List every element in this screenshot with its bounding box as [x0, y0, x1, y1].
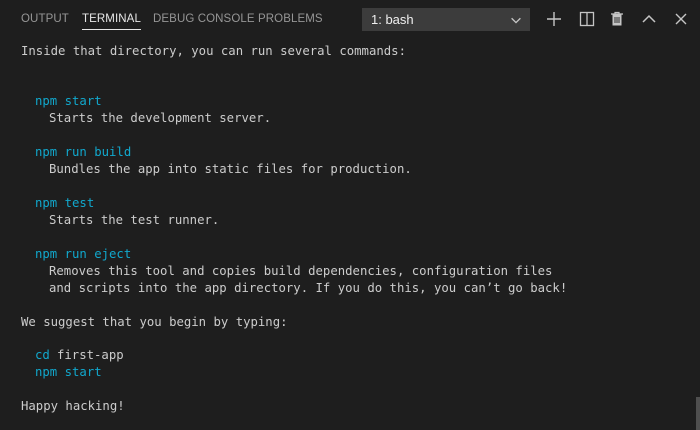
terminal-command: npm test	[35, 196, 95, 210]
terminal-scrollbar[interactable]	[696, 397, 700, 430]
tab-terminal[interactable]: TERMINAL	[82, 0, 141, 38]
split-terminal-button[interactable]	[577, 9, 597, 29]
terminal-output[interactable]: Inside that directory, you can run sever…	[21, 43, 691, 413]
terminal-line: Bundles the app into static files for pr…	[49, 162, 412, 176]
panel-tab-bar: OUTPUT TERMINAL DEBUG CONSOLE PROBLEMS 1…	[0, 0, 700, 38]
close-panel-button[interactable]	[671, 9, 691, 29]
tab-problems[interactable]: PROBLEMS	[258, 0, 323, 38]
terminal-line: Removes this tool and copies build depen…	[49, 264, 553, 278]
terminal-line: Starts the development server.	[49, 111, 272, 125]
terminal-command: npm start	[35, 365, 102, 379]
terminal-line: Starts the test runner.	[49, 213, 220, 227]
terminal-line: Inside that directory, you can run sever…	[21, 44, 406, 58]
split-icon	[579, 11, 595, 27]
new-terminal-button[interactable]	[544, 9, 564, 29]
terminal-line: first-app	[57, 348, 124, 362]
terminal-command: npm run build	[35, 145, 132, 159]
terminal-command: npm run eject	[35, 247, 132, 261]
terminal-line: and scripts into the app directory. If y…	[49, 281, 568, 295]
tab-output[interactable]: OUTPUT	[21, 0, 69, 38]
kill-terminal-button[interactable]	[607, 9, 627, 29]
terminal-panel: OUTPUT TERMINAL DEBUG CONSOLE PROBLEMS 1…	[0, 0, 700, 430]
terminal-command: cd	[35, 348, 50, 362]
chevron-up-icon	[642, 14, 656, 23]
terminal-command: npm start	[35, 94, 102, 108]
trash-icon	[611, 11, 623, 26]
tab-debug-console[interactable]: DEBUG CONSOLE	[153, 0, 255, 38]
chevron-down-icon	[511, 17, 521, 24]
terminal-line: Happy hacking!	[21, 399, 125, 413]
maximize-panel-button[interactable]	[639, 9, 659, 29]
terminal-line: We suggest that you begin by typing:	[21, 315, 288, 329]
plus-icon	[547, 12, 561, 26]
close-icon	[675, 13, 687, 25]
terminal-selector[interactable]: 1: bash	[362, 8, 530, 31]
terminal-selector-value: 1: bash	[371, 12, 414, 27]
